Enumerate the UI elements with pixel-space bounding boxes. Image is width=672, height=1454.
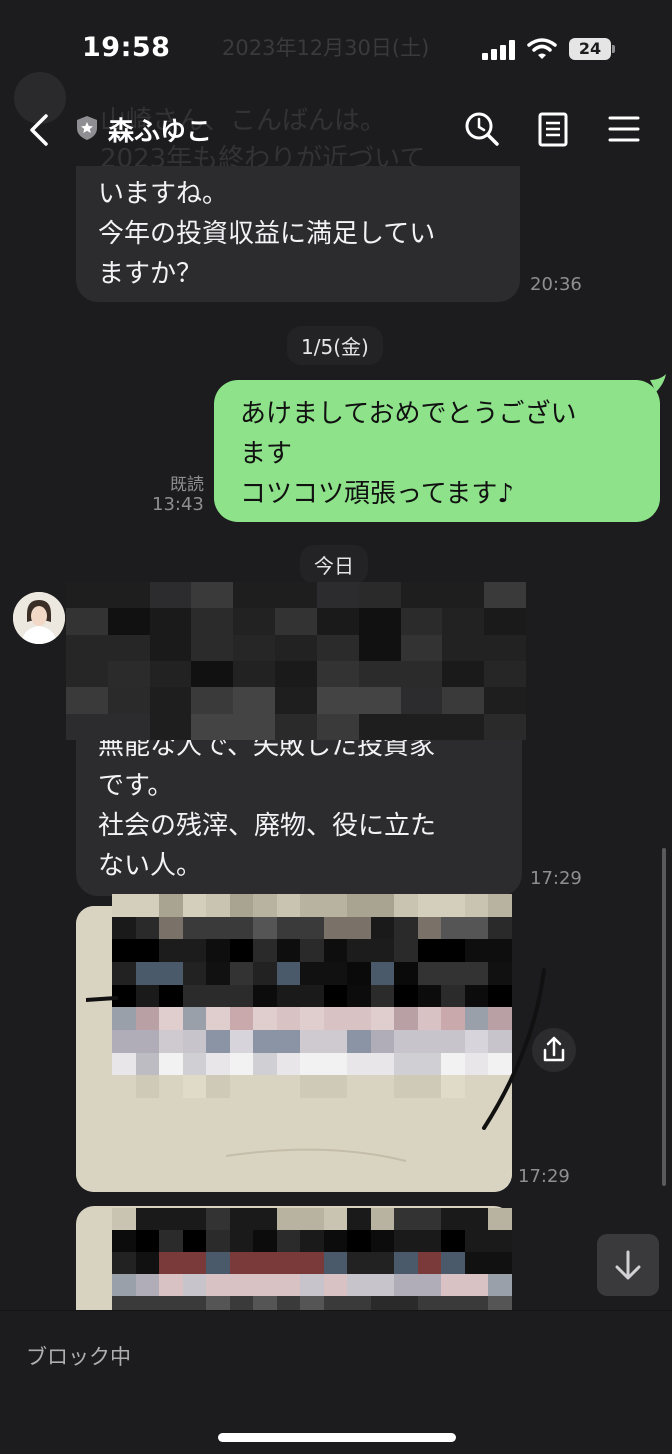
battery-icon: 24	[569, 38, 615, 60]
censored-area	[66, 582, 526, 740]
message-text: あけましておめでとうござい	[240, 399, 577, 429]
message-time: 17:29	[518, 1166, 570, 1187]
status-time: 19:58	[82, 32, 171, 63]
chat-screen: 2023年12月30日(土) 19:58 24 山崎さん、こんばんは。 2023…	[0, 0, 672, 1454]
scroll-to-bottom-button[interactable]	[597, 1234, 659, 1296]
message-text: 今年の投資収益に満足してい	[98, 219, 436, 249]
share-button[interactable]	[532, 1028, 576, 1072]
message-text: です。	[98, 771, 174, 801]
message-text: ない人。	[98, 851, 203, 881]
scribble	[86, 968, 546, 1130]
signal-icon	[482, 40, 516, 60]
home-indicator[interactable]	[218, 1433, 456, 1442]
avatar[interactable]	[13, 592, 65, 644]
share-icon	[543, 1036, 565, 1062]
footer-bar: ブロック中	[0, 1310, 672, 1454]
incoming-message[interactable]: いますね。 今年の投資収益に満足してい ますか？	[76, 166, 520, 302]
bubble-tail	[650, 374, 666, 392]
message-text: ますか？	[98, 259, 203, 289]
search-icon[interactable]	[462, 108, 502, 150]
message-time: 13:43	[152, 494, 204, 515]
wifi-icon	[527, 38, 557, 59]
censored-image	[112, 1208, 512, 1318]
arrow-down-icon	[615, 1250, 641, 1280]
message-time: 20:36	[530, 274, 582, 295]
message-text: ます	[240, 439, 293, 469]
menu-icon[interactable]	[604, 108, 644, 150]
outgoing-message[interactable]: あけましておめでとうござい ます コツコツ頑張ってます♪	[214, 380, 660, 522]
message-time: 17:29	[530, 868, 582, 889]
back-icon[interactable]	[24, 110, 54, 150]
blocked-label: ブロック中	[26, 1345, 131, 1369]
scrollbar[interactable]	[662, 848, 666, 1186]
date-ghost: 2023年12月30日(土)	[222, 36, 430, 60]
shield-icon	[77, 116, 97, 140]
chat-title: 森ふゆこ	[108, 117, 213, 147]
read-receipt: 既読	[170, 475, 204, 495]
battery-level: 24	[569, 38, 611, 60]
message-text: いますね。	[98, 179, 229, 209]
message-text: コツコツ頑張ってます♪	[240, 479, 514, 509]
note-icon[interactable]	[533, 108, 573, 150]
message-text: 社会の残滓、廃物、役に立た	[98, 811, 437, 841]
date-separator: 今日	[300, 545, 368, 584]
date-separator: 1/5(金)	[287, 326, 383, 365]
